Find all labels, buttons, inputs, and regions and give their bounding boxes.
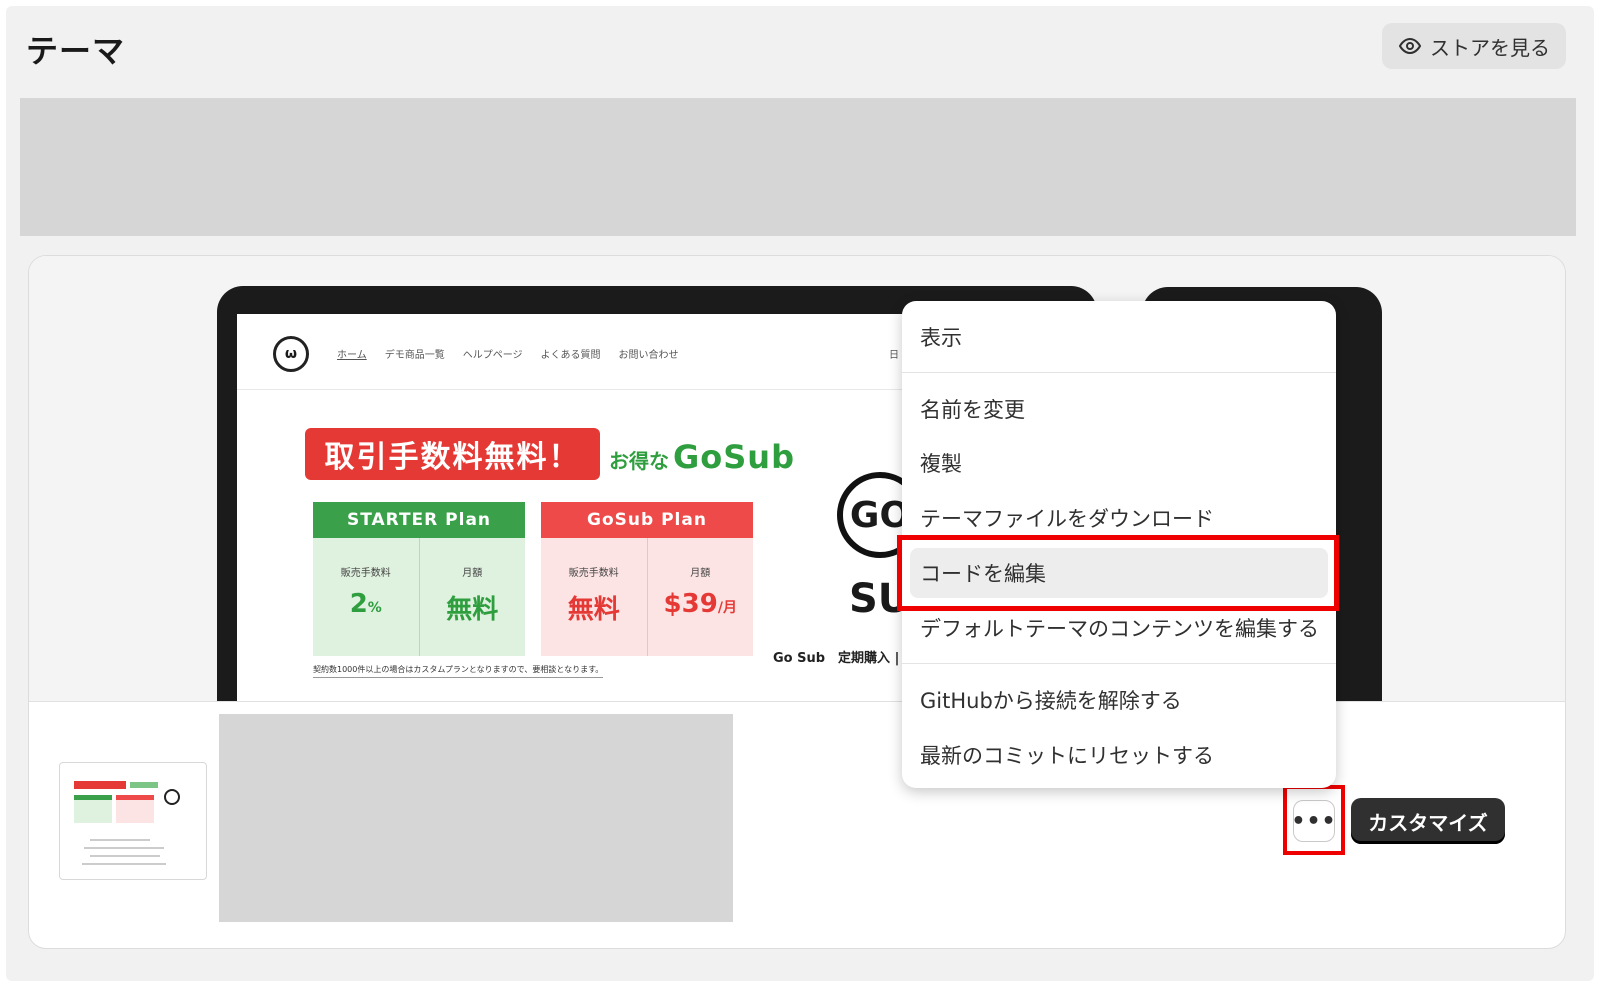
thumb-brand [130, 782, 158, 788]
site-nav-item: デモ商品一覧 [384, 350, 445, 361]
customize-button[interactable]: カスタマイズ [1351, 798, 1505, 844]
banner-placeholder [20, 98, 1576, 236]
site-nav: ホーム デモ商品一覧 ヘルプページ よくある質問 お問い合わせ [337, 346, 679, 361]
view-store-button[interactable]: ストアを見る [1382, 23, 1566, 69]
thumb-line [90, 839, 150, 841]
plan-card-starter: STARTER Plan 販売手数料 2% 月額 無料 [313, 502, 525, 656]
site-nav-item: ホーム [337, 350, 367, 361]
site-nav-item: よくある質問 [540, 350, 601, 361]
thumb-line [82, 863, 166, 865]
site-logo-icon: ω [273, 336, 309, 372]
plan-fee: 販売手数料 2% [313, 538, 419, 656]
highlight-box-more-button [1283, 785, 1345, 855]
menu-item-view[interactable]: 表示 [910, 312, 1328, 362]
thumb-promo [74, 781, 126, 789]
plan-monthly-value: 無料 [446, 595, 499, 625]
menu-divider [902, 663, 1336, 664]
highlight-box-edit-code [897, 535, 1339, 611]
menu-item-github-disconnect[interactable]: GitHubから接続を解除する [910, 675, 1328, 725]
plan-body: 販売手数料 無料 月額 $39/月 [541, 538, 753, 656]
promo-sub-brand: GoSub [673, 438, 795, 476]
gosub-tagline: Go Sub 定期購入 | [773, 651, 900, 666]
plan-monthly-value: $39/月 [663, 589, 737, 619]
plan-name: STARTER Plan [313, 502, 525, 538]
thumb-logo-icon [164, 789, 180, 805]
theme-info-placeholder [219, 714, 733, 922]
site-nav-item: お問い合わせ [618, 350, 679, 361]
thumb-line [84, 847, 164, 849]
page-title: テーマ [26, 32, 126, 70]
menu-item-reset-commit[interactable]: 最新のコミットにリセットする [910, 730, 1328, 780]
site-nav-right: 日 [889, 350, 899, 361]
site-nav-item: ヘルプページ [462, 350, 523, 361]
thumb-plan [74, 795, 112, 823]
plan-monthly: 月額 $39/月 [646, 538, 754, 656]
plan-monthly: 月額 無料 [418, 538, 526, 656]
thumb-plan [116, 795, 154, 823]
plan-fee-label: 販売手数料 [340, 568, 391, 579]
plan-name: GoSub Plan [541, 502, 753, 538]
theme-thumbnail [59, 762, 207, 880]
thumb-line [90, 855, 160, 857]
plan-body: 販売手数料 2% 月額 無料 [313, 538, 525, 656]
plan-note: 契約数1000件以上の場合はカスタムプランとなりますので、要相談となります。 [313, 664, 604, 678]
plan-card-gosub: GoSub Plan 販売手数料 無料 月額 $39/月 [541, 502, 753, 656]
menu-item-rename[interactable]: 名前を変更 [910, 384, 1328, 434]
menu-item-duplicate[interactable]: 複製 [910, 438, 1328, 488]
promo-sub-prefix: お得な [609, 449, 669, 473]
plan-fee-label: 販売手数料 [568, 568, 619, 579]
plan-monthly-label: 月額 [690, 568, 711, 579]
eye-icon [1398, 37, 1422, 55]
plan-fee-value: 無料 [567, 595, 620, 625]
plan-fee-value: 2% [349, 589, 382, 619]
view-store-label: ストアを見る [1430, 35, 1550, 60]
plan-monthly-label: 月額 [462, 568, 483, 579]
menu-divider [902, 372, 1336, 373]
plan-fee: 販売手数料 無料 [541, 538, 647, 656]
promo-badge: 取引手数料無料！ [305, 428, 600, 480]
promo-subtitle: お得な GoSub [609, 438, 795, 476]
